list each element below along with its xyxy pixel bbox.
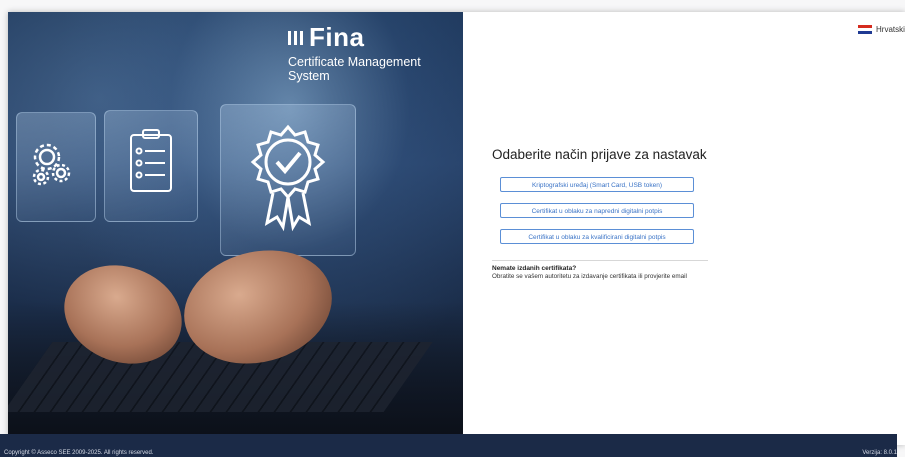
fina-logo: Fina	[288, 22, 364, 53]
app-window: Fina Certificate Management System Hrvat…	[8, 12, 905, 445]
cloud-qualified-signature-button[interactable]: Certifikat u oblaku za kvalificirani dig…	[500, 229, 694, 244]
checklist-icon	[130, 129, 172, 192]
crypto-device-login-button[interactable]: Kriptografski uređaj (Smart Card, USB to…	[500, 177, 694, 192]
language-selector[interactable]: Hrvatski	[858, 25, 905, 34]
footer-bar: Copyright © Asseco SEE 2009-2025. All ri…	[0, 434, 897, 457]
certificate-badge-icon	[250, 124, 326, 232]
fina-logo-bars-icon	[288, 30, 303, 45]
login-title: Odaberite način prijave za nastavak	[492, 147, 707, 162]
gears-icon	[32, 143, 71, 186]
language-label: Hrvatski	[876, 25, 905, 34]
logo-text: Fina	[309, 22, 365, 52]
gears-card	[16, 112, 96, 222]
checklist-card	[104, 110, 198, 222]
hero-image: Fina Certificate Management System	[8, 12, 463, 445]
copyright-text: Copyright © Asseco SEE 2009-2025. All ri…	[4, 450, 154, 456]
certificate-card	[220, 104, 356, 256]
version-text: Verzija: 8.0.1	[862, 450, 897, 456]
no-certificate-text: Obratite se vašem autoritetu za izdavanj…	[492, 273, 687, 280]
no-certificate-title: Nemate izdanih certifikata?	[492, 265, 577, 272]
cloud-advanced-signature-button[interactable]: Certifikat u oblaku za napredni digitaln…	[500, 203, 694, 218]
product-name: Certificate Management System	[288, 55, 421, 83]
divider	[492, 260, 708, 261]
croatia-flag-icon	[858, 25, 872, 34]
